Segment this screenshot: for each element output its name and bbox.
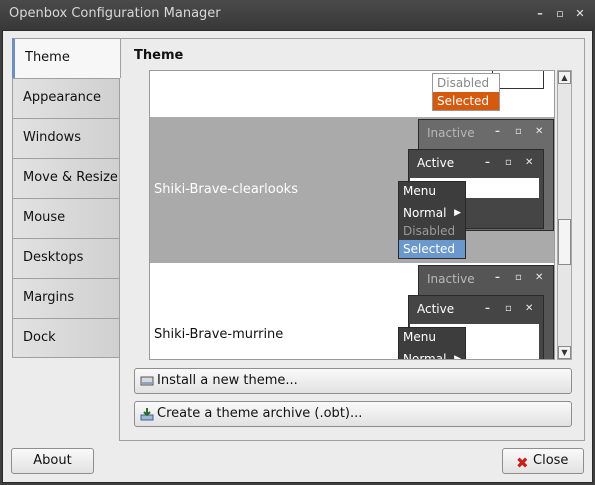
menu-item-normal: Normal ▶ [399, 204, 465, 222]
tab-label: Desktops [23, 250, 84, 265]
close-icon[interactable]: ✕ [572, 6, 588, 22]
tab-appearance[interactable]: Appearance [12, 78, 120, 118]
theme-row-selected[interactable]: Shiki-Brave-clearlooks Inactive – ▫ ✕ Ac… [150, 117, 554, 263]
menu-item-disabled: Disabled [437, 76, 490, 90]
preview-menu: Menu Normal ▶ Disabled Selected [398, 181, 466, 259]
menu-item-selected: Selected [399, 240, 465, 258]
about-button-label: About [33, 453, 72, 468]
preview-active-label: Active [417, 302, 455, 316]
maximize-icon: ▫ [515, 126, 522, 137]
theme-row[interactable]: Shiki-Brave-murrine Inactive – ▫ ✕ Activ… [150, 263, 554, 360]
close-button[interactable]: ✖ Close [502, 448, 584, 474]
window-title: Openbox Configuration Manager [9, 6, 221, 21]
minimize-icon[interactable]: – [532, 6, 548, 22]
preview-inactive-label: Inactive [427, 272, 475, 286]
theme-list[interactable]: Disabled Selected Shiki-Brave-clearlooks… [149, 70, 555, 360]
tab-windows[interactable]: Windows [12, 118, 120, 158]
theme-row[interactable]: Disabled Selected [150, 71, 554, 117]
close-icon: ✕ [535, 126, 544, 137]
scroll-up-arrow-icon[interactable]: ▲ [558, 71, 571, 84]
download-icon [140, 406, 154, 421]
minimize-icon: – [495, 126, 500, 137]
close-icon: ✕ [525, 157, 534, 168]
tab-label: Theme [25, 50, 70, 65]
tab-theme[interactable]: Theme [12, 38, 121, 78]
preview-menu: Disabled Selected [432, 73, 500, 111]
submenu-arrow-icon: ▶ [454, 354, 461, 360]
title-bar: Openbox Configuration Manager – ▫ ✕ [0, 0, 595, 30]
tab-label: Mouse [23, 210, 66, 225]
install-theme-button[interactable]: Install a new theme... [134, 368, 572, 394]
install-button-label: Install a new theme... [157, 373, 298, 388]
preview-menu: Menu Normal ▶ [398, 327, 466, 360]
theme-name: Shiki-Brave-clearlooks [154, 182, 298, 197]
category-tabs: Theme Appearance Windows Move & Resize M… [12, 38, 121, 358]
theme-name: Shiki-Brave-murrine [154, 327, 284, 342]
maximize-icon: ▫ [505, 303, 512, 314]
menu-item-disabled: Disabled [403, 224, 456, 238]
dialog-body: Theme Appearance Windows Move & Resize M… [2, 30, 593, 483]
create-archive-button[interactable]: Create a theme archive (.obt)... [134, 401, 572, 427]
close-icon: ✕ [525, 303, 534, 314]
minimize-icon: – [495, 272, 500, 283]
tab-desktops[interactable]: Desktops [12, 238, 120, 278]
maximize-icon: ▫ [515, 272, 522, 283]
preview-inactive-label: Inactive [427, 126, 475, 140]
tab-move-resize[interactable]: Move & Resize [12, 158, 120, 198]
scrollbar-thumb[interactable] [558, 219, 571, 265]
menu-item-label: Normal [403, 352, 447, 360]
menu-title: Menu [403, 184, 436, 198]
about-button[interactable]: About [11, 448, 94, 474]
tab-label: Windows [23, 130, 82, 145]
submenu-arrow-icon: ▶ [454, 208, 461, 218]
tab-margins[interactable]: Margins [12, 278, 120, 318]
close-button-label: Close [533, 453, 569, 468]
drive-icon [140, 373, 154, 387]
page-title: Theme [134, 48, 184, 63]
preview-active-label: Active [417, 156, 455, 170]
menu-item-label: Normal [403, 206, 447, 220]
tab-label: Dock [23, 330, 56, 345]
minimize-icon: – [485, 157, 490, 168]
maximize-icon[interactable]: ▫ [552, 6, 568, 22]
tab-mouse[interactable]: Mouse [12, 198, 120, 238]
close-icon: ✕ [535, 272, 544, 283]
theme-page: Theme Disabled Selected Shiki-Brave-clea… [119, 38, 585, 441]
archive-button-label: Create a theme archive (.obt)... [157, 406, 363, 421]
tab-label: Move & Resize [23, 170, 118, 185]
minimize-icon: – [485, 303, 490, 314]
tab-label: Margins [23, 290, 75, 305]
theme-list-scrollbar[interactable]: ▲ ▼ [557, 70, 572, 360]
tab-dock[interactable]: Dock [12, 318, 120, 358]
tab-label: Appearance [23, 90, 102, 105]
menu-item-normal: Normal ▶ [399, 350, 465, 360]
menu-item-selected: Selected [433, 92, 499, 110]
maximize-icon: ▫ [505, 157, 512, 168]
close-x-icon: ✖ [516, 454, 529, 472]
menu-title: Menu [403, 330, 436, 344]
scroll-down-arrow-icon[interactable]: ▼ [558, 346, 571, 359]
